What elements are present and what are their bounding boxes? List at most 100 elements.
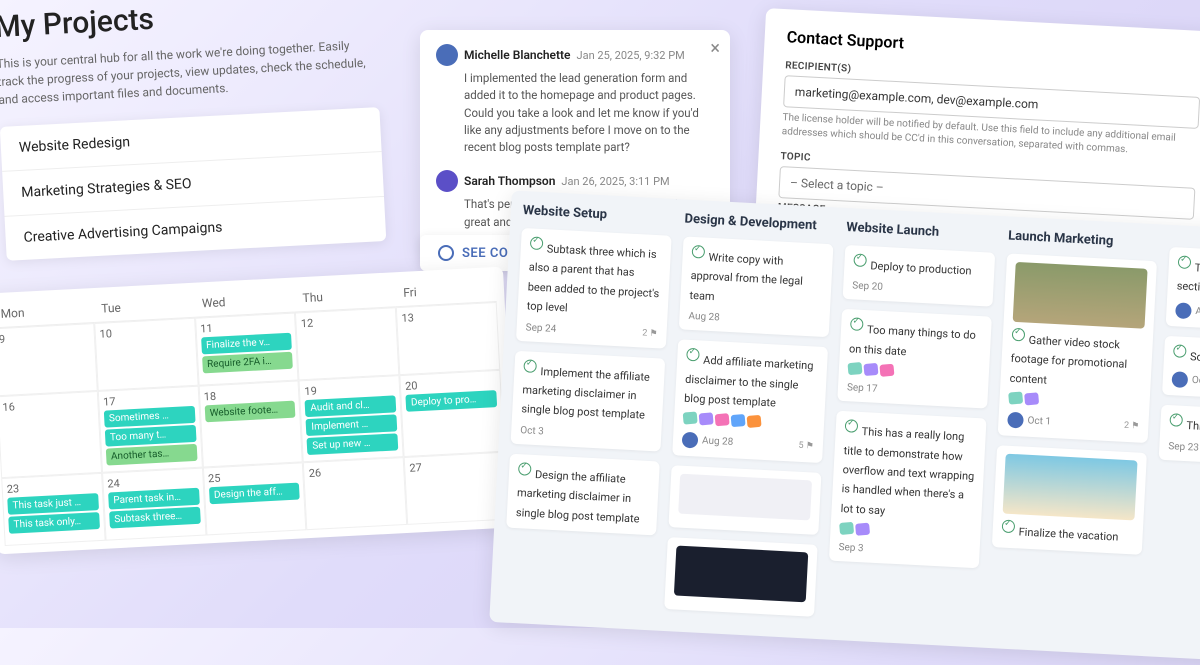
comment: Michelle Blanchette Jan 25, 2025, 9:32 P… bbox=[436, 44, 714, 156]
calendar-cell[interactable]: 26 bbox=[303, 457, 407, 530]
calendar-cell[interactable]: 9 bbox=[0, 323, 98, 396]
calendar-panel: MonTueWedThuFri91011Finalize the v…Requi… bbox=[0, 267, 516, 555]
calendar-cell[interactable]: 12 bbox=[295, 307, 399, 380]
card-date: Sep 17 bbox=[847, 382, 878, 395]
comment-author: Michelle Blanchette bbox=[464, 48, 571, 62]
check-icon bbox=[692, 245, 706, 259]
check-icon bbox=[686, 348, 700, 362]
kanban-card[interactable]: Implement the affiliate marketing discla… bbox=[511, 350, 666, 451]
check-icon bbox=[1169, 413, 1183, 427]
calendar-cell[interactable]: 24Parent task in…Subtask three… bbox=[102, 468, 206, 541]
card-footer: Sep 3 bbox=[838, 542, 970, 560]
check-icon bbox=[523, 359, 537, 373]
avatar bbox=[1007, 412, 1024, 429]
kanban-card[interactable]: This name aSep 23 bbox=[1159, 405, 1200, 467]
kanban-column: Launch MarketingGather video stock foota… bbox=[987, 228, 1158, 644]
kanban-card[interactable]: Finalize the vacation bbox=[992, 445, 1147, 554]
calendar-event[interactable]: Require 2FA i… bbox=[202, 352, 294, 374]
calendar-event[interactable]: Implement … bbox=[306, 414, 398, 436]
card-date: Oct 3 bbox=[520, 425, 544, 437]
kanban-card[interactable]: Write copy with approval from the legal … bbox=[679, 236, 834, 337]
calendar-cell[interactable]: 25Design the aff… bbox=[203, 462, 307, 535]
calendar-event[interactable]: Design the aff… bbox=[209, 483, 301, 505]
calendar-event[interactable]: Set up new … bbox=[307, 433, 399, 455]
check-icon bbox=[853, 253, 867, 267]
card-footer: Sep 24 2 ⚑ bbox=[525, 322, 657, 340]
kanban-card[interactable]: Subtask three which is also a parent tha… bbox=[516, 228, 672, 348]
card-meta: 2 ⚑ bbox=[642, 328, 658, 339]
calendar-event[interactable]: Finalize the v… bbox=[201, 333, 293, 355]
kanban-card[interactable]: This has a really long title to demonstr… bbox=[829, 411, 987, 569]
calendar-cell[interactable]: 20Deploy to pro… bbox=[400, 370, 505, 457]
comment-body: I implemented the lead generation form a… bbox=[464, 70, 714, 156]
calendar-cell[interactable]: 10 bbox=[94, 318, 198, 391]
close-icon[interactable]: × bbox=[710, 38, 720, 59]
check-icon bbox=[1178, 255, 1192, 269]
card-meta: 5 ⚑ bbox=[798, 441, 814, 452]
card-text: Implement the affiliate marketing discla… bbox=[521, 365, 650, 422]
card-footer: Aug 22 bbox=[1175, 302, 1200, 325]
card-tags bbox=[683, 412, 815, 431]
check-icon bbox=[518, 462, 532, 476]
avatar bbox=[1175, 302, 1192, 319]
card-text: Subtask three which is also a parent tha… bbox=[526, 242, 659, 314]
card-meta: 2 ⚑ bbox=[1124, 421, 1140, 432]
card-tags bbox=[1008, 392, 1140, 411]
calendar-event[interactable]: Website foote… bbox=[204, 401, 296, 423]
calendar-cell[interactable]: 11Finalize the v…Require 2FA i… bbox=[195, 312, 299, 385]
check-icon bbox=[1002, 520, 1016, 534]
card-footer: Aug 28 bbox=[688, 311, 820, 329]
kanban-column-title: Website Launch bbox=[846, 220, 997, 243]
avatar bbox=[1171, 371, 1188, 388]
calendar-cell[interactable]: 27 bbox=[404, 452, 508, 525]
calendar-cell[interactable]: 19Audit and cl…Implement …Set up new … bbox=[299, 375, 404, 462]
kanban-card[interactable] bbox=[664, 537, 818, 617]
calendar-cell[interactable]: 13 bbox=[396, 302, 500, 375]
page-description: This is your central hub for all the wor… bbox=[0, 35, 378, 109]
calendar-event[interactable]: Subtask three… bbox=[109, 507, 201, 529]
card-footer: Sep 17 bbox=[847, 382, 979, 400]
kanban-card[interactable]: Too many things to do on this dateSep 17 bbox=[837, 309, 992, 409]
calendar-cell[interactable]: 23This task just …This task only… bbox=[1, 473, 105, 546]
calendar-cell[interactable]: 18Website foote… bbox=[198, 380, 303, 467]
card-text: Some P bbox=[1190, 350, 1200, 365]
calendar-event[interactable]: Another tas… bbox=[106, 444, 198, 466]
kanban-column-title: Design & Development bbox=[684, 211, 835, 234]
comment-date: Jan 26, 2025, 3:11 PM bbox=[561, 175, 669, 188]
kanban-card[interactable]: This task is project sectionAug 22 bbox=[1166, 247, 1200, 334]
card-date: Sep 20 bbox=[852, 281, 883, 294]
calendar-event[interactable]: Too many t… bbox=[105, 425, 197, 447]
card-date: Sep 24 bbox=[525, 322, 556, 335]
kanban-card[interactable]: Add affiliate marketing disclaimer to th… bbox=[672, 339, 828, 463]
card-image bbox=[1013, 262, 1148, 329]
projects-panel: My Projects This is your central hub for… bbox=[0, 0, 386, 261]
kanban-card[interactable]: Design the affiliate marketing disclaime… bbox=[506, 453, 660, 535]
kanban-column-title bbox=[1170, 237, 1200, 245]
calendar-event[interactable]: Deploy to pro… bbox=[406, 390, 498, 412]
card-text: Gather video stock footage for promotion… bbox=[1009, 334, 1127, 387]
kanban-card[interactable] bbox=[668, 465, 821, 535]
card-image bbox=[674, 546, 808, 603]
card-tags bbox=[839, 522, 971, 541]
kanban-column: Website SetupSubtask three which is also… bbox=[502, 203, 673, 619]
calendar-event[interactable]: Parent task in… bbox=[108, 488, 200, 510]
calendar-cell[interactable]: 16 bbox=[0, 391, 102, 478]
calendar-cell[interactable]: 17Sometimes …Too many t…Another tas… bbox=[98, 386, 203, 473]
card-image bbox=[1003, 454, 1138, 521]
check-icon bbox=[530, 236, 544, 250]
card-text: Add affiliate marketing disclaimer to th… bbox=[684, 354, 814, 410]
card-text: This has a really long title to demonstr… bbox=[840, 425, 974, 517]
kanban-card[interactable]: Gather video stock footage for promotion… bbox=[998, 253, 1157, 443]
calendar-event[interactable]: Audit and cl… bbox=[305, 395, 397, 417]
kanban-card[interactable]: Some P Oct bbox=[1162, 336, 1200, 403]
kanban-column: Website LaunchDeploy to productionSep 20… bbox=[825, 220, 996, 636]
card-date: Sep 23 bbox=[1168, 441, 1199, 454]
check-icon bbox=[1012, 328, 1026, 342]
card-date: Oct bbox=[1192, 375, 1200, 387]
avatar bbox=[682, 432, 699, 449]
kanban-card[interactable]: Deploy to productionSep 20 bbox=[843, 245, 996, 307]
calendar-event[interactable]: This task just … bbox=[7, 493, 99, 515]
calendar-event[interactable]: This task only… bbox=[8, 512, 100, 534]
projects-list: Website Redesign Marketing Strategies & … bbox=[0, 107, 386, 261]
calendar-event[interactable]: Sometimes … bbox=[104, 406, 196, 428]
